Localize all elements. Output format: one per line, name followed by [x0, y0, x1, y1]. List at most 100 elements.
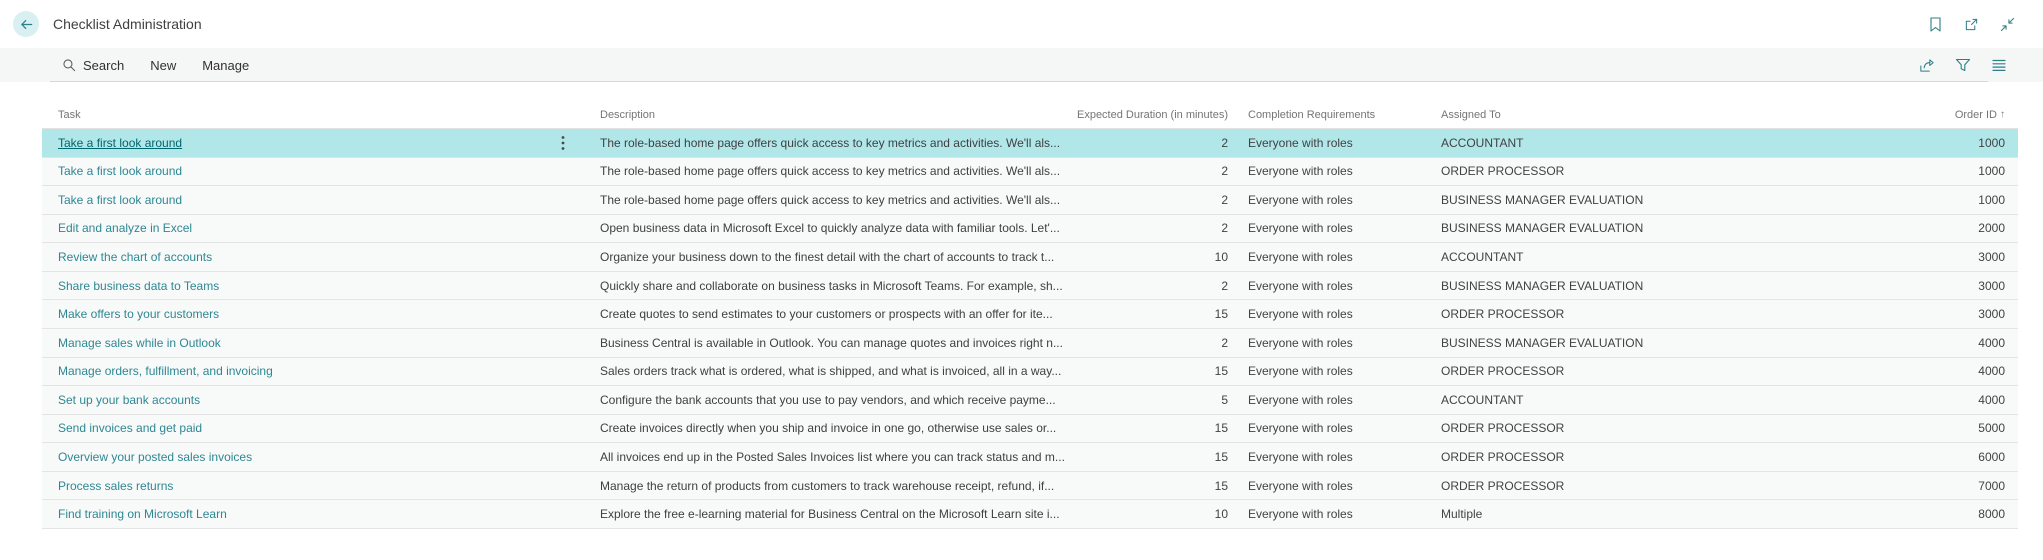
table-row[interactable]: Process sales returns Manage the return … — [42, 471, 2018, 501]
row-menu-cell — [542, 135, 584, 151]
task-cell: Process sales returns — [42, 479, 542, 493]
search-label: Search — [83, 57, 125, 73]
completion-requirements-cell: Everyone with roles — [1248, 250, 1353, 265]
description-cell: The role-based home page offers quick ac… — [600, 192, 1061, 207]
order-id-cell: 3000 — [1978, 307, 2005, 322]
column-header-completion-requirements[interactable]: Completion Requirements — [1248, 109, 1441, 121]
task-link[interactable]: Take a first look around — [58, 164, 182, 178]
task-link[interactable]: Take a first look around — [58, 136, 182, 150]
table-row[interactable]: Review the chart of accounts Organize yo… — [42, 243, 2018, 272]
assigned-to-cell: BUSINESS MANAGER EVALUATION — [1441, 278, 1644, 293]
table-body: Take a first look around The role-based … — [42, 129, 2018, 529]
column-header-description[interactable]: Description — [584, 109, 1090, 121]
table-row[interactable]: Make offers to your customers Create quo… — [42, 300, 2018, 329]
column-header-order-id[interactable]: Order ID ↑ — [1890, 109, 2005, 121]
task-cell: Send invoices and get paid — [42, 421, 542, 435]
column-header-expected-duration[interactable]: Expected Duration (in minutes) — [1077, 109, 1228, 121]
table-row[interactable]: Overview your posted sales invoices All … — [42, 443, 2018, 472]
search-button[interactable]: Search — [62, 58, 124, 73]
back-button[interactable] — [13, 11, 39, 37]
page-title: Checklist Administration — [53, 16, 202, 32]
expected-duration-cell: 15 — [1214, 307, 1228, 322]
task-link[interactable]: Send invoices and get paid — [58, 421, 202, 435]
row-menu-cell — [542, 278, 584, 294]
column-header-assigned-to[interactable]: Assigned To — [1441, 109, 1890, 121]
share-icon[interactable] — [1918, 57, 1935, 74]
order-id-cell: 1000 — [1978, 135, 2005, 150]
assigned-to-cell: ORDER PROCESSOR — [1441, 364, 1565, 379]
assigned-to-cell: ORDER PROCESSOR — [1441, 449, 1565, 464]
row-menu-cell — [542, 335, 584, 351]
assigned-to-cell: ORDER PROCESSOR — [1441, 307, 1565, 322]
table-row[interactable]: Share business data to Teams Quickly sha… — [42, 271, 2018, 301]
task-link[interactable]: Make offers to your customers — [58, 307, 219, 321]
task-cell: Edit and analyze in Excel — [42, 221, 542, 235]
title-bar-icons — [1927, 0, 2015, 48]
table-row[interactable]: Find training on Microsoft Learn Explore… — [42, 500, 2018, 529]
choose-view-options-icon[interactable] — [1990, 57, 2007, 74]
task-link[interactable]: Process sales returns — [58, 479, 173, 493]
table-row[interactable]: Manage orders, fulfillment, and invoicin… — [42, 357, 2018, 387]
task-link[interactable]: Overview your posted sales invoices — [58, 450, 252, 464]
assigned-to-cell: ACCOUNTANT — [1441, 135, 1524, 150]
completion-requirements-cell: Everyone with roles — [1248, 421, 1353, 436]
description-cell: The role-based home page offers quick ac… — [600, 164, 1061, 179]
task-cell: Share business data to Teams — [42, 279, 542, 293]
action-toolbar: Search New Manage — [0, 48, 2043, 82]
task-link[interactable]: Take a first look around — [58, 193, 182, 207]
completion-requirements-cell: Everyone with roles — [1248, 335, 1353, 350]
bookmark-icon[interactable] — [1927, 16, 1943, 32]
completion-requirements-cell: Everyone with roles — [1248, 135, 1353, 150]
assigned-to-cell: BUSINESS MANAGER EVALUATION — [1441, 192, 1644, 207]
completion-requirements-cell: Everyone with roles — [1248, 449, 1353, 464]
table-row[interactable]: Set up your bank accounts Configure the … — [42, 386, 2018, 415]
expected-duration-cell: 5 — [1221, 392, 1228, 407]
description-cell: All invoices end up in the Posted Sales … — [600, 449, 1065, 464]
table-row[interactable]: Send invoices and get paid Create invoic… — [42, 414, 2018, 444]
new-button[interactable]: New — [150, 58, 176, 73]
row-menu-cell — [542, 506, 584, 522]
expected-duration-cell: 2 — [1221, 135, 1228, 150]
task-link[interactable]: Review the chart of accounts — [58, 250, 212, 264]
description-cell: Quickly share and collaborate on busines… — [600, 278, 1063, 293]
description-cell: Create quotes to send estimates to your … — [600, 307, 1053, 322]
order-id-cell: 7000 — [1978, 478, 2005, 493]
task-link[interactable]: Find training on Microsoft Learn — [58, 507, 227, 521]
table-row[interactable]: Take a first look around The role-based … — [42, 157, 2018, 187]
table-row[interactable]: Take a first look around The role-based … — [42, 129, 2018, 158]
collapse-window-icon[interactable] — [1999, 16, 2015, 32]
task-cell: Overview your posted sales invoices — [42, 450, 542, 464]
order-id-cell: 8000 — [1978, 507, 2005, 522]
task-cell: Make offers to your customers — [42, 307, 542, 321]
assigned-to-cell: Multiple — [1441, 507, 1483, 522]
task-link[interactable]: Edit and analyze in Excel — [58, 221, 192, 235]
order-id-cell: 1000 — [1978, 164, 2005, 179]
table-row[interactable]: Manage sales while in Outlook Business C… — [42, 328, 2018, 358]
app-window: Checklist Administration Search New Mana… — [0, 0, 2043, 529]
task-cell: Take a first look around — [42, 164, 542, 178]
task-cell: Manage orders, fulfillment, and invoicin… — [42, 364, 542, 378]
completion-requirements-cell: Everyone with roles — [1248, 164, 1353, 179]
column-header-task[interactable]: Task — [42, 109, 542, 121]
expected-duration-cell: 15 — [1214, 478, 1228, 493]
task-link[interactable]: Set up your bank accounts — [58, 393, 200, 407]
task-link[interactable]: Share business data to Teams — [58, 279, 219, 293]
table-row[interactable]: Edit and analyze in Excel Open business … — [42, 214, 2018, 244]
manage-button[interactable]: Manage — [202, 58, 249, 73]
table-row[interactable]: Take a first look around The role-based … — [42, 186, 2018, 215]
description-cell: Sales orders track what is ordered, what… — [600, 364, 1062, 379]
description-cell: Business Central is available in Outlook… — [600, 335, 1063, 350]
expected-duration-cell: 2 — [1221, 335, 1228, 350]
order-id-cell: 2000 — [1978, 221, 2005, 236]
task-link[interactable]: Manage sales while in Outlook — [58, 336, 221, 350]
order-id-cell: 5000 — [1978, 421, 2005, 436]
filter-icon[interactable] — [1954, 57, 1971, 74]
description-cell: Manage the return of products from custo… — [600, 478, 1055, 493]
open-in-new-window-icon[interactable] — [1963, 16, 1979, 32]
order-id-label: Order ID — [1954, 108, 1997, 121]
task-link[interactable]: Manage orders, fulfillment, and invoicin… — [58, 364, 273, 378]
row-menu-icon[interactable] — [556, 135, 570, 151]
row-menu-cell — [542, 420, 584, 436]
task-cell: Find training on Microsoft Learn — [42, 507, 542, 521]
search-icon — [63, 59, 76, 72]
